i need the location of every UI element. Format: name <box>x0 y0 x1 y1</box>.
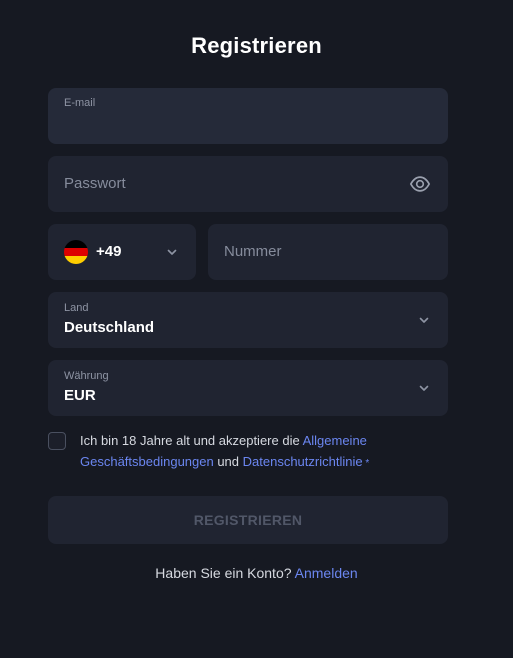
page-title: Registrieren <box>191 33 322 58</box>
required-mark: * <box>362 458 370 469</box>
currency-label: Währung <box>64 370 109 382</box>
login-link[interactable]: Anmelden <box>295 565 358 581</box>
chevron-down-icon <box>167 249 177 255</box>
login-prompt: Haben Sie ein Konto? Anmelden <box>0 565 513 581</box>
currency-value: EUR <box>64 387 96 404</box>
login-question: Haben Sie ein Konto? <box>155 565 295 581</box>
register-button[interactable]: REGISTRIEREN <box>48 496 448 544</box>
consent-text-before: Ich bin 18 Jahre alt und akzeptiere die <box>80 433 303 448</box>
email-label: E-mail <box>64 97 96 109</box>
chevron-down-icon <box>419 317 429 323</box>
phone-number-input[interactable]: Nummer <box>208 224 448 280</box>
password-placeholder: Passwort <box>64 175 126 192</box>
currency-select[interactable]: Währung EUR <box>48 360 448 416</box>
age-terms-checkbox[interactable] <box>48 432 66 450</box>
consent-text: Ich bin 18 Jahre alt und akzeptiere die … <box>80 430 430 474</box>
email-field[interactable]: E-mail <box>48 88 448 144</box>
phone-placeholder: Nummer <box>224 243 282 260</box>
germany-flag-icon <box>64 240 88 264</box>
password-field[interactable]: Passwort <box>48 156 448 212</box>
country-value: Deutschland <box>64 319 155 336</box>
privacy-link[interactable]: Datenschutzrichtlinie <box>243 454 363 469</box>
country-label: Land <box>64 302 89 314</box>
country-code-value: +49 <box>96 243 122 260</box>
eye-icon[interactable] <box>409 173 431 195</box>
country-code-select[interactable]: +49 <box>48 224 196 280</box>
consent-text-middle: und <box>213 454 243 469</box>
chevron-down-icon <box>419 385 429 391</box>
country-select[interactable]: Land Deutschland <box>48 292 448 348</box>
